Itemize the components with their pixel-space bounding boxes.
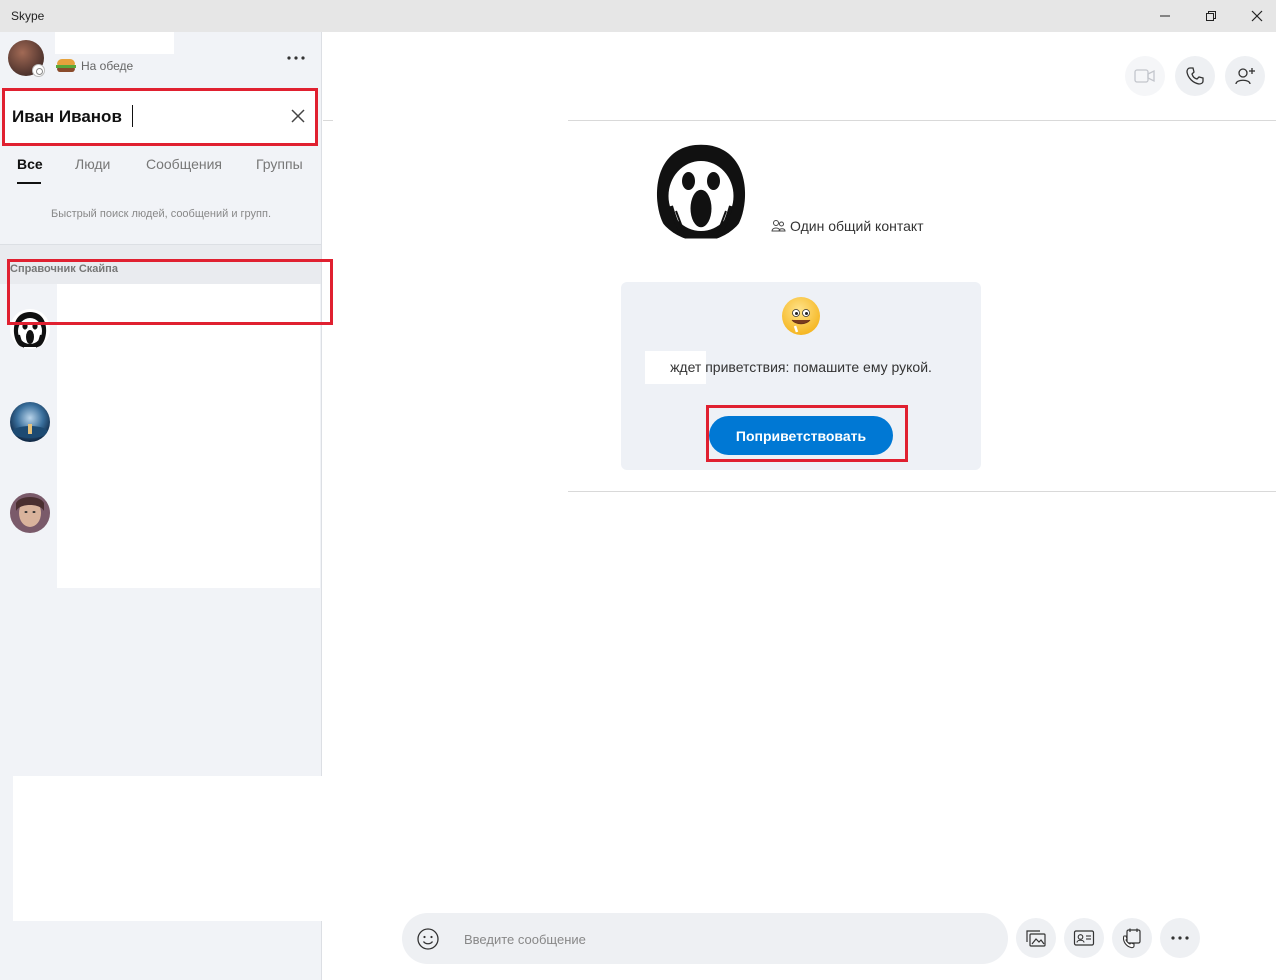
- more-options-button[interactable]: [284, 46, 308, 70]
- search-hint: Быстрый поиск людей, сообщений и групп.: [51, 208, 271, 220]
- minimize-icon: [1160, 15, 1170, 17]
- welcome-message: ждет приветствия: помашите ему рукой.: [670, 359, 932, 375]
- close-window-button[interactable]: [1234, 0, 1276, 32]
- audio-call-button[interactable]: [1175, 56, 1215, 96]
- say-hi-button[interactable]: Поприветствовать: [709, 416, 893, 455]
- ellipsis-icon: [287, 56, 305, 60]
- add-people-button[interactable]: [1225, 56, 1265, 96]
- search-tabs: Все Люди Сообщения Группы: [0, 156, 322, 186]
- tab-messages[interactable]: Сообщения: [146, 156, 222, 172]
- divider: [568, 491, 1276, 492]
- phone-icon: [1186, 67, 1204, 85]
- tab-people[interactable]: Люди: [75, 156, 110, 172]
- tab-all[interactable]: Все: [17, 156, 43, 172]
- contact-card-icon: [1073, 930, 1095, 946]
- redacted-area: [13, 776, 323, 921]
- divider: [323, 120, 333, 121]
- message-composer: [402, 913, 1008, 964]
- people-icon: [771, 220, 786, 232]
- emoji-icon[interactable]: [416, 927, 440, 951]
- window-title: Skype: [11, 9, 45, 23]
- add-person-icon: [1235, 68, 1255, 85]
- send-media-button[interactable]: [1016, 918, 1056, 958]
- result-avatar-space[interactable]: [10, 402, 50, 442]
- results-redacted-area: [57, 284, 320, 588]
- result-avatar-person[interactable]: [10, 493, 50, 533]
- video-call-button[interactable]: [1125, 56, 1165, 96]
- common-contacts-label: Один общий контакт: [790, 218, 924, 234]
- divider: [568, 120, 1276, 121]
- calendar-call-icon: [1122, 928, 1141, 949]
- clear-search-icon[interactable]: [287, 105, 309, 127]
- schedule-call-button[interactable]: [1112, 918, 1152, 958]
- my-status-text: На обеде: [81, 59, 134, 73]
- burger-icon: [56, 59, 76, 73]
- tab-groups[interactable]: Группы: [256, 156, 303, 172]
- smiley-icon: [782, 297, 820, 335]
- title-bar: Skype: [0, 0, 1276, 32]
- more-composer-options-button[interactable]: [1160, 918, 1200, 958]
- my-name-redacted: [55, 32, 174, 54]
- send-contact-button[interactable]: [1064, 918, 1104, 958]
- minimize-button[interactable]: [1142, 0, 1188, 32]
- search-input[interactable]: [12, 104, 272, 130]
- my-status[interactable]: На обеде: [56, 59, 133, 73]
- video-call-icon: [1134, 69, 1155, 83]
- contact-avatar-ghost[interactable]: [651, 141, 751, 241]
- common-contacts[interactable]: Один общий контакт: [771, 218, 924, 234]
- restore-button[interactable]: [1188, 0, 1234, 32]
- text-caret: [132, 105, 133, 127]
- gallery-icon: [1026, 930, 1046, 947]
- ellipsis-icon: [1171, 936, 1189, 940]
- message-input[interactable]: [464, 927, 984, 951]
- active-tab-indicator: [17, 182, 41, 184]
- skype-window: Skype На обеде Иван Иванов Все Люди Сооб…: [0, 0, 1276, 980]
- sidebar: На обеде Все Люди Сообщения Группы Быстр…: [0, 32, 323, 980]
- presence-icon: [32, 64, 45, 77]
- result-highlight-frame: [7, 259, 333, 325]
- close-icon: [1251, 10, 1263, 22]
- search-box: [2, 88, 318, 146]
- restore-icon: [1206, 11, 1216, 21]
